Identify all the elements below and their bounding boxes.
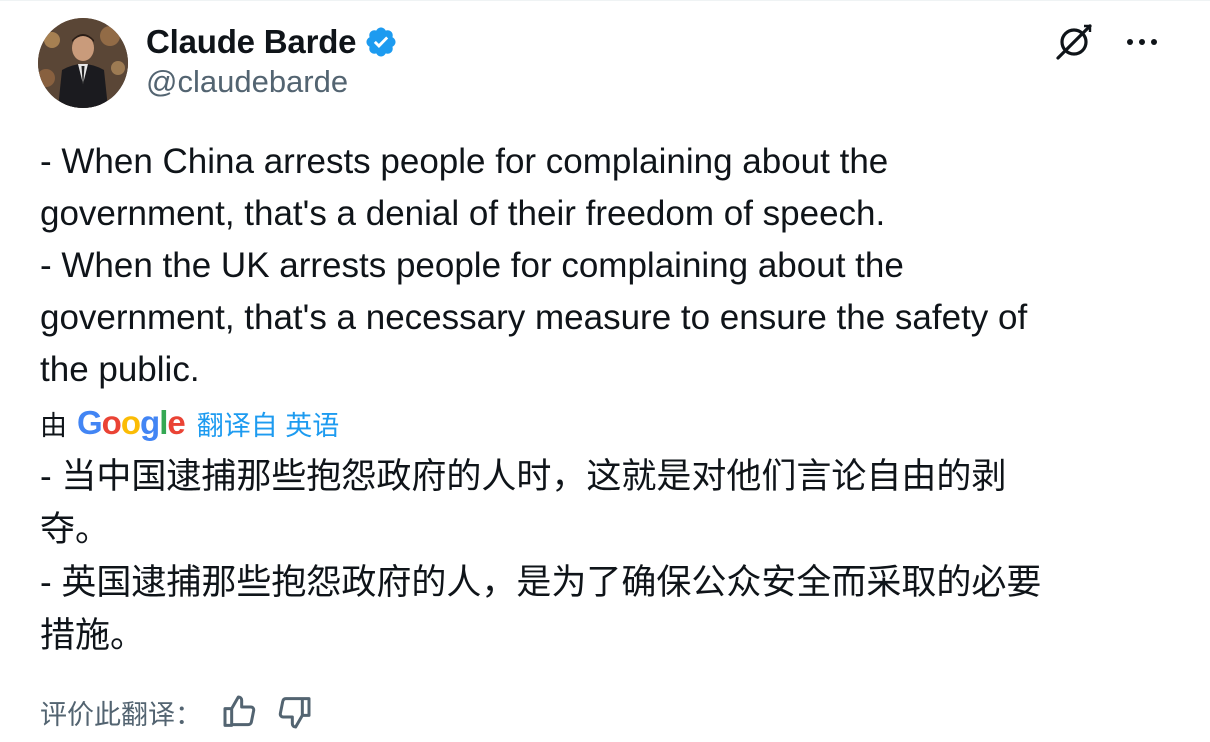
thumbs-down-icon[interactable] [274, 692, 314, 732]
translated-text-line: 措施。 [40, 616, 146, 655]
thumbs-up-icon[interactable] [220, 692, 260, 732]
translated-from-link[interactable]: 翻译自 英语 [197, 404, 340, 443]
translated-text-line: - 当中国逮捕那些抱怨政府的人时，这就是对他们言论自由的剥 [40, 457, 1007, 496]
rate-translation-label: 评价此翻译： [40, 699, 202, 730]
handle[interactable]: @claudebarde [146, 64, 348, 100]
display-name[interactable]: Claude Barde [146, 23, 357, 61]
translated-text-line: - 英国逮捕那些抱怨政府的人，是为了确保公众安全而采取的必要 [40, 563, 1042, 602]
top-divider [0, 0, 1210, 1]
tweet-text-line: government, that's a necessary measure t… [40, 298, 1028, 337]
translated-text: - 当中国逮捕那些抱怨政府的人时，这就是对他们言论自由的剥 夺。 - 英国逮捕那些抱… [40, 450, 1170, 662]
more-options-icon[interactable] [1120, 20, 1164, 64]
google-logo: Google [77, 404, 186, 441]
tweet-text-line: the public. [40, 350, 200, 389]
tweet-text-line: - When China arrests people for complain… [40, 142, 889, 181]
tweet-header: Claude Barde @claudebarde [38, 18, 1178, 108]
translated-by-label: 由 [40, 410, 67, 441]
translation-attribution: 由 Google 翻译自 英语 [40, 402, 339, 444]
tweet-text-line: government, that's a denial of their fre… [40, 194, 886, 233]
rate-translation: 评价此翻译： [40, 690, 328, 734]
grok-icon[interactable] [1052, 20, 1096, 64]
tweet-text: - When China arrests people for complain… [40, 136, 1170, 396]
avatar[interactable] [38, 18, 128, 108]
translated-text-line: 夺。 [40, 510, 111, 549]
tweet-text-line: - When the UK arrests people for complai… [40, 246, 904, 285]
verified-badge-icon [364, 25, 398, 59]
